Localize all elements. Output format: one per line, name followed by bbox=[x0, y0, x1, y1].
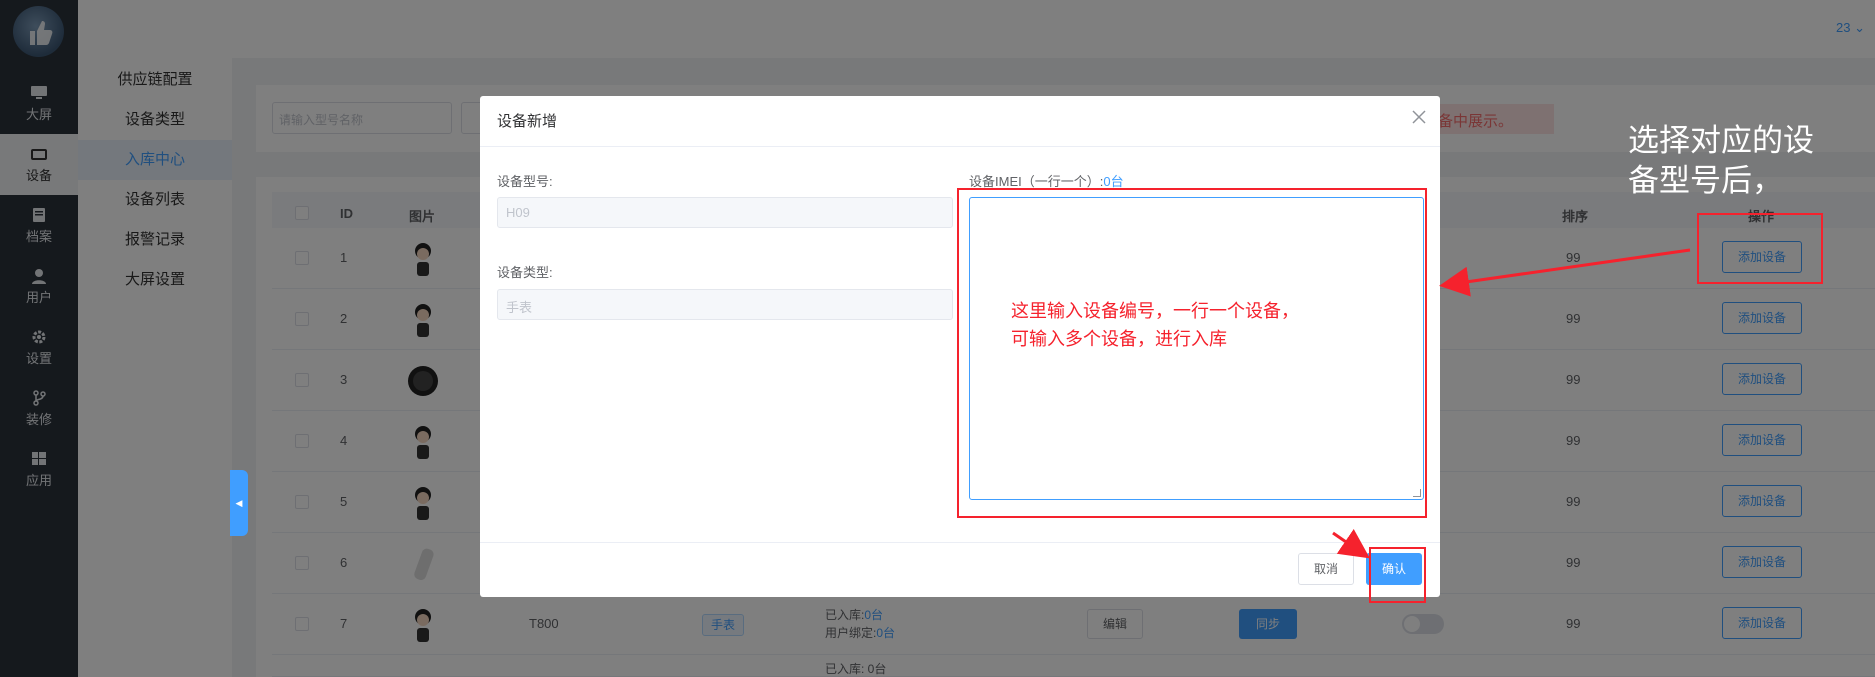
cancel-button[interactable]: 取消 bbox=[1298, 553, 1354, 585]
annotation-box-add-device bbox=[1697, 213, 1823, 284]
annotation-box-imei bbox=[957, 188, 1427, 518]
annotation-box-confirm bbox=[1369, 547, 1426, 603]
annotation-line: 这里输入设备编号，一行一个设备， bbox=[1011, 301, 1299, 321]
type-field[interactable]: 手表 bbox=[497, 289, 953, 320]
close-icon[interactable] bbox=[1412, 110, 1426, 124]
dialog-title: 设备新增 bbox=[497, 113, 558, 130]
annotation-line: 备型号后， bbox=[1628, 163, 1783, 198]
annotation-line: 选择对应的设 bbox=[1628, 123, 1814, 158]
dialog-divider bbox=[480, 146, 1440, 147]
model-label: 设备型号: bbox=[497, 174, 553, 189]
type-label: 设备类型: bbox=[497, 265, 553, 280]
annotation-line: 可输入多个设备，进行入库 bbox=[1011, 329, 1227, 349]
imei-count: 0台 bbox=[1103, 174, 1124, 189]
annotation-note-select-model: 选择对应的设 备型号后， bbox=[1628, 121, 1814, 201]
imei-label-text: 设备IMEI（一行一个）: bbox=[969, 174, 1104, 189]
dialog-footer-divider bbox=[480, 542, 1440, 543]
model-field[interactable]: H09 bbox=[497, 197, 953, 228]
annotation-note-imei: 这里输入设备编号，一行一个设备， 可输入多个设备，进行入库 bbox=[1011, 297, 1299, 353]
collapse-sidebar-button[interactable]: ◀ bbox=[230, 470, 248, 536]
